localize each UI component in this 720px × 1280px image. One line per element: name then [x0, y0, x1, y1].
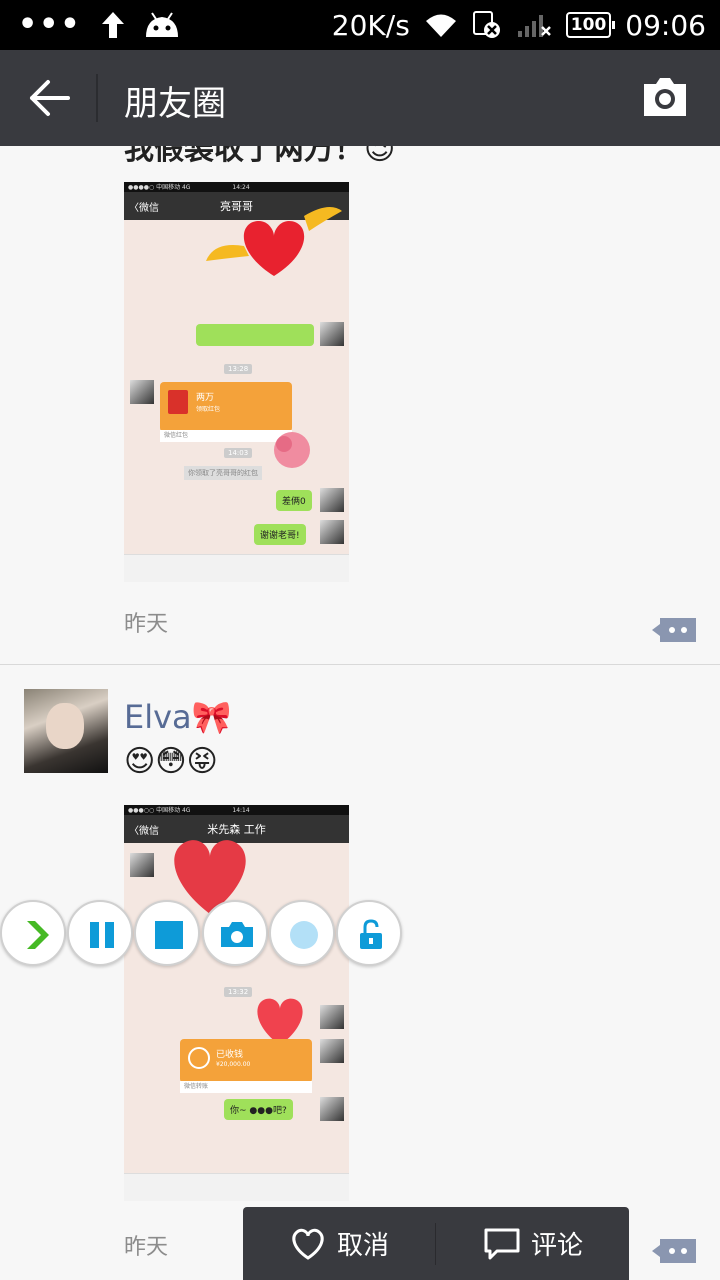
post-image[interactable]: ●●●●○ 中国移动 4G 14:24 〈微信 亮哥哥 13:28 两万 领取红…: [124, 182, 349, 582]
upload-arrow-icon: [101, 12, 124, 38]
chat-time: 13:28: [224, 364, 253, 374]
red-packet-notice: 你领取了亮哥哥的红包: [184, 466, 262, 480]
back-arrow-icon: [30, 80, 70, 116]
popup-divider: [435, 1223, 436, 1265]
comment-menu-button[interactable]: [652, 616, 696, 644]
image-status-bar: ●●●○○ 中国移动 4G 14:14: [124, 805, 349, 815]
like-comment-popup: 取消 评论: [243, 1207, 629, 1280]
back-button[interactable]: [24, 70, 76, 126]
heart-wings-sticker: [206, 207, 342, 276]
sim-error-icon: [472, 11, 500, 38]
camera-icon: [644, 78, 686, 116]
title-divider: [96, 74, 98, 122]
more-notifications-icon: •••: [18, 7, 82, 42]
heart-icon: [292, 1228, 324, 1260]
page-title: 朋友圈: [124, 84, 226, 124]
chat-bubble-sent: [196, 324, 314, 346]
recorder-toolbar: [0, 900, 404, 970]
chat-bubble-sent: 谢谢老哥!: [254, 524, 306, 545]
wifi-icon: [425, 14, 456, 37]
username[interactable]: Elva🎀: [124, 698, 232, 736]
post-text: 我假装收了两万！😉: [124, 146, 396, 167]
chat-avatar: [320, 1039, 344, 1063]
cancel-like-label: 取消: [336, 1231, 389, 1261]
comment-button[interactable]: 评论: [437, 1207, 629, 1280]
stop-icon: [155, 921, 183, 949]
chat-avatar: [320, 1097, 344, 1121]
post-text: 😍😳😝: [124, 744, 218, 779]
camera-icon: [221, 922, 253, 947]
chat-avatar: [130, 853, 154, 877]
record-icon: [290, 921, 318, 949]
chat-time: 14:03: [224, 448, 253, 458]
unlock-button[interactable]: [336, 900, 402, 966]
image-input-bar: [124, 1173, 349, 1201]
cancel-like-button[interactable]: 取消: [243, 1207, 435, 1280]
comment-label: 评论: [530, 1231, 583, 1261]
post-time: 昨天: [124, 612, 169, 637]
transfer-message: 已收钱 ¥20,000.00 微信转账: [180, 1039, 312, 1093]
screenshot-button[interactable]: [202, 900, 268, 966]
status-bar: ••• 20K/s 100 09:06: [0, 0, 720, 50]
battery-indicator: 100: [565, 12, 615, 38]
comment-menu-button[interactable]: [652, 1237, 696, 1265]
camera-button[interactable]: [640, 72, 690, 122]
post-time: 昨天: [124, 1235, 169, 1260]
chat-avatar: [320, 520, 344, 544]
pause-icon: [90, 922, 114, 948]
android-icon: [145, 12, 178, 37]
comment-icon: [484, 1228, 520, 1259]
pause-button[interactable]: [67, 900, 133, 966]
chat-bubble-sent: 你~ ●●●吧?: [224, 1099, 293, 1120]
image-input-bar: [124, 554, 349, 582]
signal-icon: [517, 15, 551, 37]
clock: 09:06: [625, 8, 706, 42]
avatar[interactable]: [24, 689, 108, 773]
post-image[interactable]: ●●●○○ 中国移动 4G 14:14 〈微信 米先森 工作 13:32 已收钱…: [124, 805, 349, 1201]
record-button[interactable]: [269, 900, 335, 966]
chat-avatar: [320, 322, 344, 346]
more-dots-icon: [652, 618, 696, 642]
moments-feed[interactable]: 我假装收了两万！😉 ●●●●○ 中国移动 4G 14:24 〈微信 亮哥哥 13…: [0, 146, 720, 1280]
stop-button[interactable]: [134, 900, 200, 966]
expand-button[interactable]: [0, 900, 66, 966]
expand-icon: [27, 921, 49, 949]
red-packet-message: 两万 领取红包 微信红包: [160, 382, 292, 442]
image-status-bar: ●●●●○ 中国移动 4G 14:24: [124, 182, 349, 192]
title-bar: 朋友圈: [0, 50, 720, 146]
post-separator: [0, 664, 720, 665]
net-speed: 20K/s: [331, 8, 410, 42]
flower-sticker: [274, 432, 310, 468]
chat-avatar: [320, 488, 344, 512]
unlock-icon: [360, 919, 382, 949]
chat-avatar: [320, 1005, 344, 1029]
chat-avatar: [130, 380, 154, 404]
chat-bubble-sent: 差俩0: [276, 490, 312, 511]
more-dots-icon: [652, 1239, 696, 1263]
